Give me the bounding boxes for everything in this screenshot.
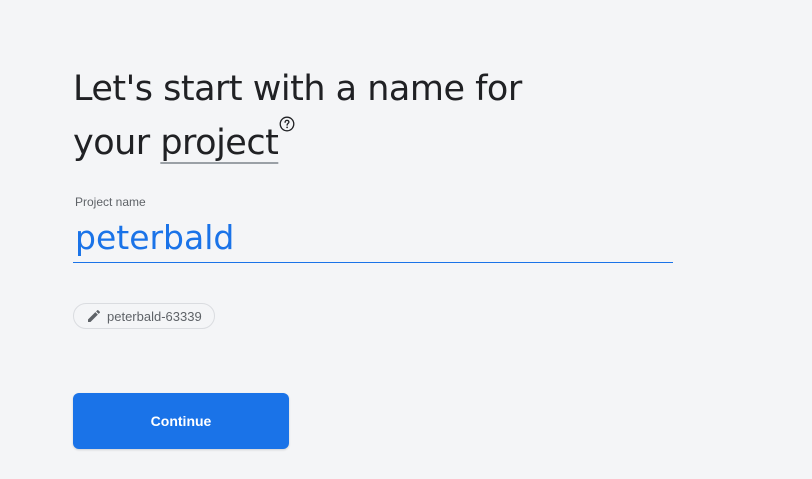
continue-button[interactable]: Continue bbox=[73, 393, 289, 449]
heading-line-1: Let's start with a name for bbox=[73, 69, 522, 109]
page-heading: Let's start with a name for your project bbox=[73, 62, 673, 170]
project-name-label: Project name bbox=[75, 195, 146, 209]
project-term-link[interactable]: project bbox=[160, 123, 278, 163]
project-id-chip[interactable]: peterbald-63339 bbox=[73, 303, 215, 329]
heading-line-2: your project bbox=[73, 116, 673, 170]
pencil-icon bbox=[88, 309, 101, 322]
help-circle-icon[interactable] bbox=[279, 116, 295, 132]
project-name-field: Project name bbox=[73, 194, 673, 267]
project-name-input[interactable] bbox=[73, 213, 673, 263]
heading-line-2-prefix: your bbox=[73, 123, 161, 163]
project-id-text: peterbald-63339 bbox=[107, 308, 202, 324]
